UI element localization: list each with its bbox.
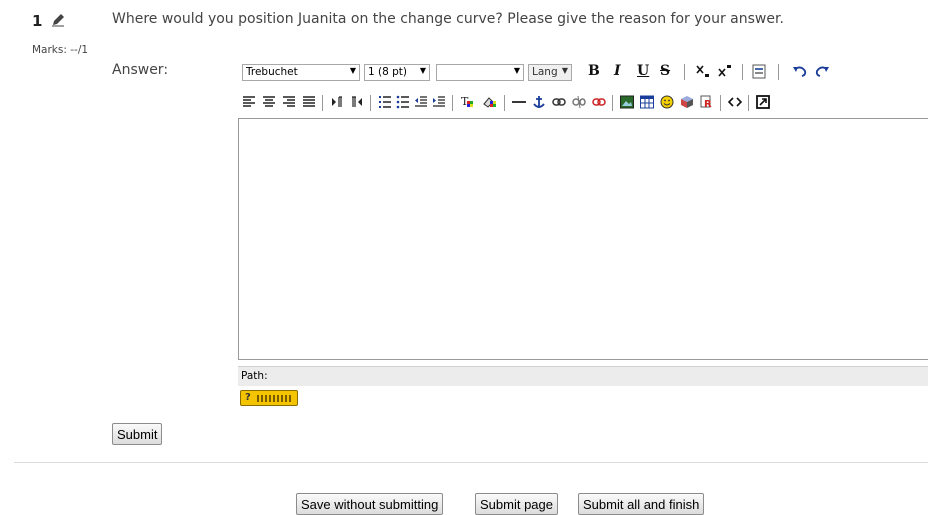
toolbar-separator xyxy=(612,95,613,111)
save-without-submitting-button[interactable]: Save without submitting xyxy=(296,493,444,515)
align-left-icon[interactable] xyxy=(242,95,256,109)
ordered-list-icon[interactable] xyxy=(378,95,392,109)
background-color-icon[interactable] xyxy=(482,95,498,109)
submit-all-and-finish-button[interactable]: Submit all and finish xyxy=(578,493,705,515)
font-family-select[interactable]: Trebuchet ▼ xyxy=(242,64,360,81)
toolbar-separator xyxy=(370,95,371,111)
keyboard-help-button[interactable]: ? xyxy=(240,390,298,406)
marks-label: Marks: --/1 xyxy=(32,44,89,56)
keyboard-icon xyxy=(257,395,291,402)
underline-button[interactable]: U xyxy=(637,64,649,78)
align-center-icon[interactable] xyxy=(262,95,276,109)
align-right-icon[interactable] xyxy=(282,95,296,109)
chevron-down-icon: ▼ xyxy=(561,66,568,75)
submit-button[interactable]: Submit xyxy=(112,423,163,445)
redo-icon[interactable] xyxy=(814,65,830,79)
html-source-icon[interactable] xyxy=(728,95,742,109)
nolink-icon[interactable] xyxy=(592,95,606,109)
svg-text:R: R xyxy=(704,99,712,109)
unordered-list-icon[interactable] xyxy=(396,95,410,109)
question-number: 1 xyxy=(32,12,43,30)
font-size-select[interactable]: 1 (8 pt) ▼ xyxy=(364,64,430,81)
toolbar-separator xyxy=(778,64,779,80)
rtl-icon[interactable] xyxy=(350,95,364,109)
format-select[interactable]: ▼ xyxy=(436,64,524,81)
insert-table-icon[interactable] xyxy=(640,95,654,109)
lang-value: Lang xyxy=(532,66,558,78)
path-label: Path: xyxy=(241,370,268,382)
toolbar-separator xyxy=(742,64,743,80)
indent-icon[interactable] xyxy=(432,95,446,109)
lang-select[interactable]: Lang ▼ xyxy=(528,64,572,81)
bold-button[interactable]: B xyxy=(588,64,600,78)
toolbar-separator xyxy=(504,95,505,111)
toolbar-separator xyxy=(322,95,323,111)
italic-button[interactable]: I xyxy=(614,64,621,78)
link-icon[interactable] xyxy=(552,95,566,109)
submit-page-button[interactable]: Submit page xyxy=(475,493,558,515)
font-size-value: 1 (8 pt) xyxy=(368,66,408,78)
strikethrough-button[interactable]: S xyxy=(660,64,670,78)
divider xyxy=(14,462,928,463)
smiley-icon[interactable] xyxy=(660,95,674,109)
justify-icon[interactable] xyxy=(302,95,316,109)
text-color-icon[interactable]: T xyxy=(460,95,476,109)
subscript-icon[interactable] xyxy=(696,64,710,78)
insert-image-icon[interactable] xyxy=(620,95,634,109)
answer-editor[interactable] xyxy=(238,118,928,360)
search-replace-icon[interactable]: R xyxy=(700,95,714,109)
ltr-icon[interactable] xyxy=(330,95,344,109)
toolbar-separator xyxy=(748,95,749,111)
question-text: Where would you position Juanita on the … xyxy=(112,11,784,27)
undo-icon[interactable] xyxy=(792,65,808,79)
horizontal-rule-icon[interactable] xyxy=(512,95,526,109)
pencil-icon[interactable] xyxy=(51,13,65,27)
chevron-down-icon: ▼ xyxy=(419,66,426,75)
fullscreen-icon[interactable] xyxy=(756,95,770,109)
path-bar: Path: xyxy=(238,366,928,386)
font-family-value: Trebuchet xyxy=(246,66,298,78)
chevron-down-icon: ▼ xyxy=(513,66,520,75)
anchor-icon[interactable] xyxy=(532,95,546,109)
special-char-icon[interactable] xyxy=(680,95,694,109)
clean-word-icon[interactable] xyxy=(752,64,768,80)
unlink-icon[interactable] xyxy=(572,95,586,109)
outdent-icon[interactable] xyxy=(414,95,428,109)
toolbar-separator xyxy=(720,95,721,111)
toolbar-separator xyxy=(684,64,685,80)
help-icon: ? xyxy=(245,392,251,403)
chevron-down-icon: ▼ xyxy=(349,66,356,75)
answer-label: Answer: xyxy=(112,62,169,78)
superscript-icon[interactable] xyxy=(718,64,732,78)
toolbar-separator xyxy=(452,95,453,111)
